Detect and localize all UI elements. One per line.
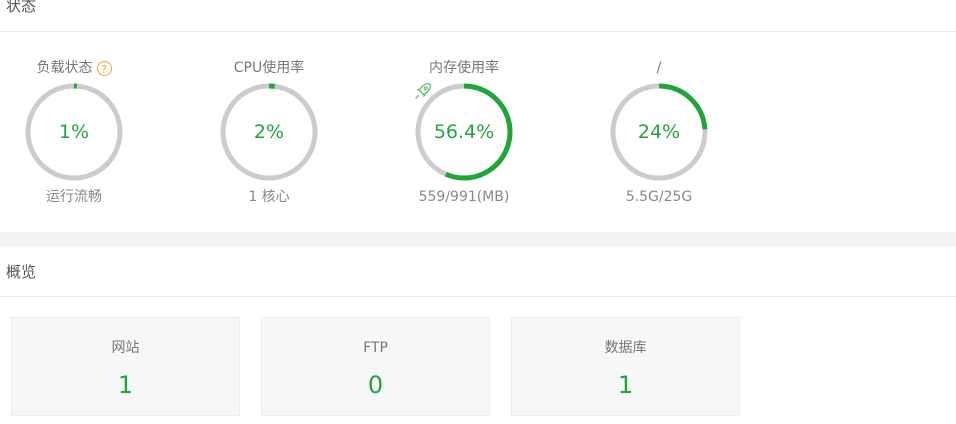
- divider: [0, 31, 956, 32]
- card-value[interactable]: 1: [512, 370, 739, 400]
- divider: [0, 296, 956, 297]
- rocket-icon[interactable]: [413, 81, 433, 101]
- help-icon[interactable]: ?: [96, 60, 112, 76]
- status-section: 状态 负载状态? 1% 运行流畅 CPU使用率 2% 1 核心 内存使用率 56…: [0, 0, 956, 232]
- gauge-label-load: 负载状态?: [9, 58, 139, 78]
- card-databases[interactable]: 数据库 1: [511, 317, 740, 416]
- card-value[interactable]: 0: [262, 370, 489, 400]
- card-label: 数据库: [604, 340, 647, 356]
- gauge-sub-disk: 5.5G/25G: [625, 189, 693, 205]
- card-label: FTP: [363, 340, 388, 356]
- gauge-label-disk: /: [656, 60, 662, 76]
- status-title: 状态: [6, 0, 37, 15]
- gauge-label-memory: 内存使用率: [429, 60, 499, 76]
- card-websites[interactable]: 网站 1: [11, 317, 240, 416]
- gauge-sub-cpu: 1 核心: [248, 189, 290, 205]
- gauge-value-memory: 56.4%: [433, 121, 495, 143]
- gauge-label-cpu: CPU使用率: [233, 60, 305, 76]
- card-label: 网站: [111, 340, 140, 356]
- gauge-value-cpu: 2%: [253, 121, 285, 143]
- card-ftp[interactable]: FTP 0: [261, 317, 490, 416]
- gauge-value-load: 1%: [58, 121, 90, 143]
- section-separator: [0, 232, 956, 246]
- overview-title: 概览: [6, 263, 37, 281]
- card-value[interactable]: 1: [12, 370, 239, 400]
- gauge-sub-memory: 559/991(MB): [418, 189, 510, 205]
- gauge-value-disk: 24%: [637, 121, 681, 143]
- gauge-sub-load: 运行流畅: [46, 189, 102, 205]
